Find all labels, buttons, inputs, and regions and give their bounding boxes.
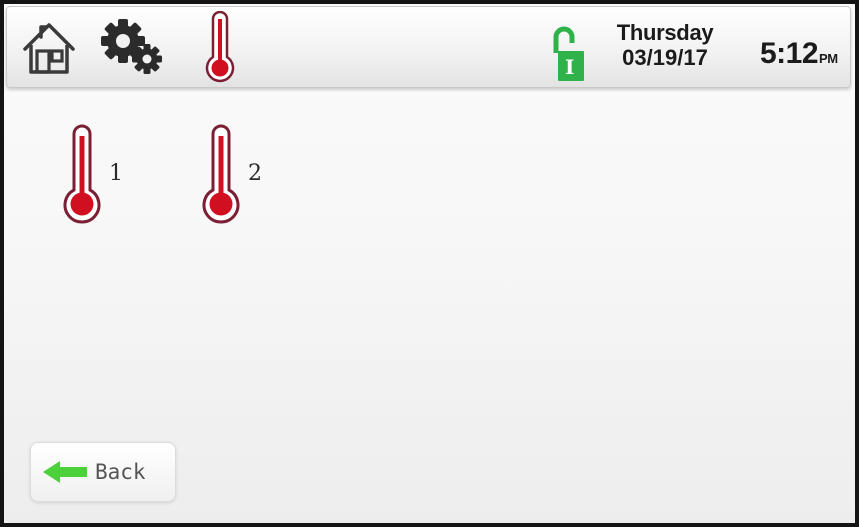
sensor-label: 1	[109, 161, 123, 186]
sensor-2-button[interactable]: 2	[198, 124, 262, 229]
clock: 5:12PM	[760, 37, 838, 71]
lock-status[interactable]: I	[546, 23, 586, 83]
gear-icon	[101, 19, 162, 74]
back-button[interactable]: Back	[30, 442, 176, 502]
thermometer-icon	[205, 10, 235, 83]
settings-button[interactable]	[99, 17, 169, 82]
arrow-left-icon	[43, 461, 87, 483]
thermometer-icon	[202, 124, 240, 224]
time-value: 5:12	[760, 37, 819, 70]
home-icon	[23, 23, 75, 74]
lock-letter: I	[565, 55, 575, 79]
sensor-label: 2	[248, 161, 262, 186]
screen: I Thursday 03/19/17 5:12PM 1 2 Back	[0, 0, 859, 527]
thermometer-icon	[63, 124, 101, 224]
temperature-button[interactable]	[200, 10, 240, 88]
date-label: 03/19/17	[622, 45, 708, 70]
home-button[interactable]	[19, 17, 79, 82]
sensor-1-button[interactable]: 1	[59, 124, 123, 229]
top-bar: I Thursday 03/19/17 5:12PM	[6, 6, 851, 88]
day-label: Thursday	[616, 20, 714, 45]
date-display: Thursday 03/19/17	[610, 21, 720, 71]
back-label: Back	[95, 460, 146, 484]
ampm-label: PM	[819, 51, 838, 66]
